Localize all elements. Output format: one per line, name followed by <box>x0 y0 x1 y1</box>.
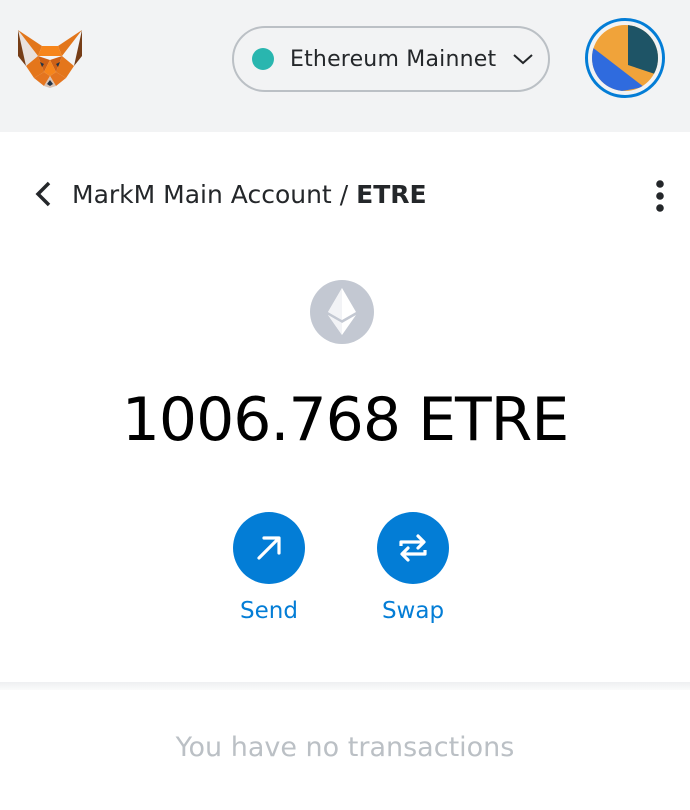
token-balance: 1006.768 ETRE <box>121 385 570 455</box>
breadcrumb-separator: / <box>339 179 349 209</box>
breadcrumb-account-name[interactable]: MarkM Main Account <box>72 180 332 209</box>
swap-button[interactable]: Swap <box>358 512 468 624</box>
empty-transactions-message: You have no transactions <box>175 732 515 763</box>
kebab-menu-icon[interactable] <box>640 176 680 216</box>
chevron-left-icon[interactable] <box>30 179 56 209</box>
app-header: Ethereum Mainnet <box>0 0 690 132</box>
network-status-dot <box>252 48 274 70</box>
swap-label: Swap <box>381 598 445 624</box>
ethereum-icon <box>310 280 374 344</box>
network-selector[interactable]: Ethereum Mainnet <box>232 26 550 92</box>
jazzicon-avatar-icon <box>592 25 658 91</box>
section-divider <box>0 682 690 690</box>
chevron-down-icon <box>512 52 534 66</box>
account-menu-button[interactable] <box>585 18 665 98</box>
network-label: Ethereum Mainnet <box>290 46 497 72</box>
breadcrumb-token: ETRE <box>356 179 427 209</box>
send-label: Send <box>240 598 298 624</box>
metamask-fox-icon[interactable] <box>14 26 86 92</box>
breadcrumb: MarkM Main Account / ETRE <box>30 172 427 216</box>
arrow-up-right-icon <box>233 512 305 584</box>
send-button[interactable]: Send <box>214 512 324 624</box>
swap-arrows-icon <box>377 512 449 584</box>
